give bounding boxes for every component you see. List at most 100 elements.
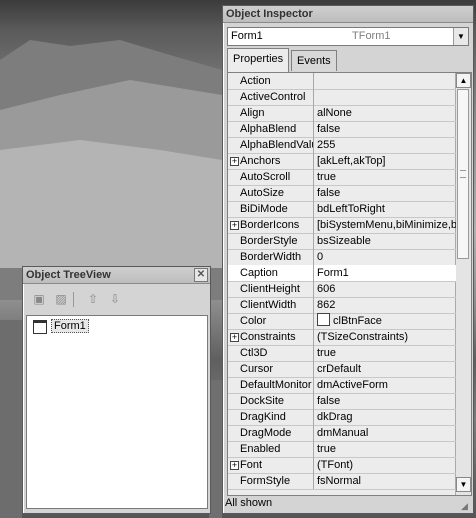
- plus-icon[interactable]: +: [230, 333, 239, 342]
- property-value-cell[interactable]: clBtnFace: [317, 313, 456, 329]
- property-value-cell[interactable]: true: [317, 345, 456, 361]
- property-value-cell[interactable]: 255: [317, 137, 456, 153]
- property-value-cell[interactable]: [biSystemMenu,biMinimize,biM: [317, 217, 456, 233]
- plus-icon[interactable]: +: [230, 157, 239, 166]
- chevron-down-icon[interactable]: ▼: [453, 28, 468, 45]
- property-name-cell[interactable]: BiDiMode: [228, 201, 314, 217]
- property-name-cell[interactable]: DefaultMonitor: [228, 377, 314, 393]
- property-value-cell[interactable]: [317, 89, 456, 105]
- property-value-cell[interactable]: false: [317, 121, 456, 137]
- property-name-cell[interactable]: + Font: [228, 457, 314, 473]
- delete-item-icon[interactable]: ▨: [52, 291, 70, 307]
- object-selector-combobox[interactable]: Form1 TForm1 ▼: [227, 27, 469, 46]
- move-down-icon[interactable]: ⇩: [106, 291, 124, 307]
- object-treeview-titlebar[interactable]: Object TreeView ✕: [23, 267, 210, 284]
- new-item-icon[interactable]: ▣: [30, 291, 48, 307]
- property-row-alphablend[interactable]: AlphaBlend false: [228, 121, 456, 138]
- property-name-cell[interactable]: Action: [228, 73, 314, 89]
- property-name-cell[interactable]: DockSite: [228, 393, 314, 409]
- property-value-cell[interactable]: true: [317, 169, 456, 185]
- property-value-cell[interactable]: bdLeftToRight: [317, 201, 456, 217]
- plus-icon[interactable]: +: [230, 221, 239, 230]
- property-row-anchors[interactable]: + Anchors [akLeft,akTop]: [228, 153, 456, 170]
- property-name-cell[interactable]: Cursor: [228, 361, 314, 377]
- property-name-cell[interactable]: + Anchors: [228, 153, 314, 169]
- property-name-cell[interactable]: AutoScroll: [228, 169, 314, 185]
- property-value-cell[interactable]: alNone: [317, 105, 456, 121]
- property-name-cell[interactable]: FormStyle: [228, 473, 314, 489]
- scroll-up-icon[interactable]: ▲: [456, 73, 471, 88]
- property-row-borderwidth[interactable]: BorderWidth 0: [228, 249, 456, 266]
- property-value-cell[interactable]: 606: [317, 281, 456, 297]
- move-up-icon[interactable]: ⇧: [84, 291, 102, 307]
- property-row-clientwidth[interactable]: ClientWidth 862: [228, 297, 456, 314]
- property-grid-scrollbar[interactable]: ▲ ▼: [455, 73, 471, 495]
- property-value-cell[interactable]: dmManual: [317, 425, 456, 441]
- property-name-cell[interactable]: Enabled: [228, 441, 314, 457]
- property-value-cell[interactable]: bsSizeable: [317, 233, 456, 249]
- property-value-cell[interactable]: 0: [317, 249, 456, 265]
- property-row-action[interactable]: Action: [228, 73, 456, 90]
- property-row-borderstyle[interactable]: BorderStyle bsSizeable: [228, 233, 456, 250]
- property-name-cell[interactable]: BorderStyle: [228, 233, 314, 249]
- property-name-cell[interactable]: + Constraints: [228, 329, 314, 345]
- property-row-bidimode[interactable]: BiDiMode bdLeftToRight: [228, 201, 456, 218]
- property-name-cell[interactable]: AlphaBlendValu: [228, 137, 314, 153]
- property-value-cell[interactable]: fsNormal: [317, 473, 456, 489]
- tab-events[interactable]: Events: [291, 50, 337, 71]
- property-value-cell[interactable]: false: [317, 393, 456, 409]
- treeview-tree[interactable]: Form1: [26, 315, 208, 509]
- property-row-cursor[interactable]: Cursor crDefault: [228, 361, 456, 378]
- property-row-align[interactable]: Align alNone: [228, 105, 456, 122]
- property-name-cell[interactable]: Ctl3D: [228, 345, 314, 361]
- property-value-cell[interactable]: (TSizeConstraints): [317, 329, 456, 345]
- property-row-formstyle[interactable]: FormStyle fsNormal: [228, 473, 456, 490]
- property-row-defaultmonitor[interactable]: DefaultMonitor dmActiveForm: [228, 377, 456, 394]
- property-row-dragmode[interactable]: DragMode dmManual: [228, 425, 456, 442]
- property-value-cell[interactable]: crDefault: [317, 361, 456, 377]
- property-row-clientheight[interactable]: ClientHeight 606: [228, 281, 456, 298]
- plus-icon[interactable]: +: [230, 461, 239, 470]
- property-name-cell[interactable]: AlphaBlend: [228, 121, 314, 137]
- property-row-autosize[interactable]: AutoSize false: [228, 185, 456, 202]
- property-row-alphablendvalu[interactable]: AlphaBlendValu 255: [228, 137, 456, 154]
- property-name-cell[interactable]: ClientHeight: [228, 281, 314, 297]
- close-icon[interactable]: ✕: [194, 268, 208, 282]
- property-name-cell[interactable]: Align: [228, 105, 314, 121]
- property-name-cell[interactable]: ActiveControl: [228, 89, 314, 105]
- property-value-cell[interactable]: 862: [317, 297, 456, 313]
- property-value-cell[interactable]: dkDrag: [317, 409, 456, 425]
- scrollbar-thumb[interactable]: [457, 89, 469, 259]
- property-name-cell[interactable]: BorderWidth: [228, 249, 314, 265]
- property-name-cell[interactable]: Caption: [228, 265, 314, 281]
- property-row-caption[interactable]: Caption Form1: [228, 265, 456, 282]
- property-row-activecontrol[interactable]: ActiveControl: [228, 89, 456, 106]
- property-name-cell[interactable]: DragKind: [228, 409, 314, 425]
- property-row-constraints[interactable]: + Constraints (TSizeConstraints): [228, 329, 456, 346]
- property-value-cell[interactable]: dmActiveForm: [317, 377, 456, 393]
- property-row-ctl3d[interactable]: Ctl3D true: [228, 345, 456, 362]
- property-name-cell[interactable]: DragMode: [228, 425, 314, 441]
- property-name-cell[interactable]: + BorderIcons: [228, 217, 314, 233]
- property-row-font[interactable]: + Font (TFont): [228, 457, 456, 474]
- property-row-autoscroll[interactable]: AutoScroll true: [228, 169, 456, 186]
- property-grid: ▲ ▼ Action ActiveControl Align alNone AlphaB…: [227, 72, 472, 496]
- property-row-docksite[interactable]: DockSite false: [228, 393, 456, 410]
- property-value-cell[interactable]: true: [317, 441, 456, 457]
- property-value-cell[interactable]: [317, 73, 456, 89]
- property-row-color[interactable]: Color clBtnFace: [228, 313, 456, 330]
- property-value-cell[interactable]: Form1: [317, 265, 456, 281]
- property-row-bordericons[interactable]: + BorderIcons [biSystemMenu,biMinimize,biM: [228, 217, 456, 234]
- property-value-cell[interactable]: [akLeft,akTop]: [317, 153, 456, 169]
- property-name-cell[interactable]: Color: [228, 313, 314, 329]
- resize-grip-icon[interactable]: ◢: [461, 501, 471, 511]
- object-inspector-titlebar[interactable]: Object Inspector: [223, 6, 473, 23]
- property-name-cell[interactable]: ClientWidth: [228, 297, 314, 313]
- property-row-dragkind[interactable]: DragKind dkDrag: [228, 409, 456, 426]
- property-value-cell[interactable]: false: [317, 185, 456, 201]
- property-row-enabled[interactable]: Enabled true: [228, 441, 456, 458]
- scroll-down-icon[interactable]: ▼: [456, 477, 471, 492]
- property-name-cell[interactable]: AutoSize: [228, 185, 314, 201]
- tab-properties[interactable]: Properties: [227, 48, 290, 72]
- property-value-cell[interactable]: (TFont): [317, 457, 456, 473]
